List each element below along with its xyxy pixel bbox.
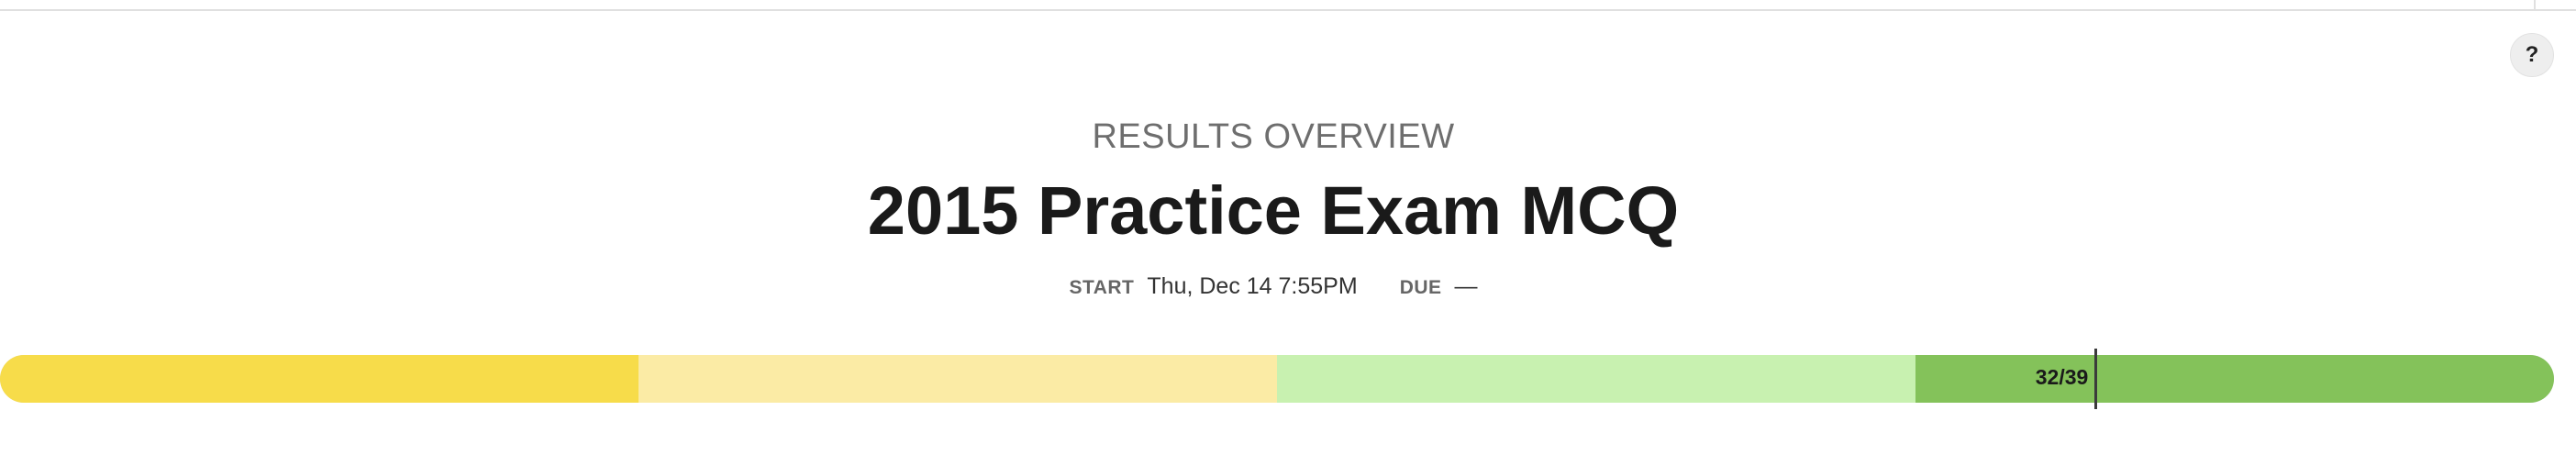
due-value: — — [1454, 273, 1478, 299]
top-divider-tick — [2534, 0, 2536, 11]
score-label: 32/39 — [2035, 365, 2089, 389]
top-divider — [0, 9, 2576, 11]
results-overview-page: ? RESULTS OVERVIEW 2015 Practice Exam MC… — [0, 0, 2576, 466]
score-marker — [2094, 349, 2098, 409]
progress-segment-2 — [638, 355, 1277, 403]
page-subtitle: RESULTS OVERVIEW — [1092, 117, 1455, 156]
progress-segment-4 — [1915, 355, 2554, 403]
exam-meta: START Thu, Dec 14 7:55PM DUE — — [0, 273, 2547, 300]
page-title: 2015 Practice Exam MCQ — [867, 172, 1680, 249]
score-progress-bar — [0, 355, 2554, 403]
progress-segment-1 — [0, 355, 638, 403]
due-label: DUE — [1399, 277, 1442, 298]
start-label: START — [1069, 277, 1135, 298]
start-value: Thu, Dec 14 7:55PM — [1147, 273, 1358, 299]
progress-segment-3 — [1277, 355, 1915, 403]
help-button[interactable]: ? — [2510, 33, 2554, 77]
